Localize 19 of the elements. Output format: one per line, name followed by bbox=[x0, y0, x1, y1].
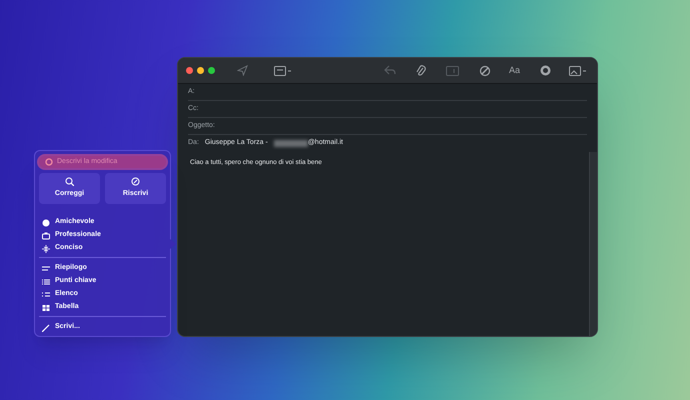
font-button[interactable]: Aa bbox=[508, 64, 520, 78]
circle-slash-icon bbox=[131, 177, 140, 186]
compress-icon bbox=[42, 244, 50, 252]
close-button[interactable] bbox=[186, 67, 193, 74]
scrollbar[interactable] bbox=[589, 152, 597, 336]
zoom-button[interactable] bbox=[208, 67, 215, 74]
magnifier-icon bbox=[65, 177, 74, 186]
photo-browser-icon[interactable] bbox=[569, 66, 587, 76]
redacted-block bbox=[274, 140, 308, 147]
bullet-list-icon bbox=[42, 278, 50, 286]
pencil-icon bbox=[42, 324, 50, 332]
lines-icon bbox=[42, 264, 50, 272]
briefcase-icon bbox=[42, 232, 50, 240]
paperclip-icon[interactable] bbox=[416, 64, 426, 76]
minimize-button[interactable] bbox=[197, 67, 204, 74]
header-fields-icon[interactable] bbox=[274, 66, 292, 76]
table-icon bbox=[42, 304, 50, 312]
numbered-list-icon bbox=[42, 290, 50, 298]
send-icon[interactable] bbox=[237, 65, 248, 76]
